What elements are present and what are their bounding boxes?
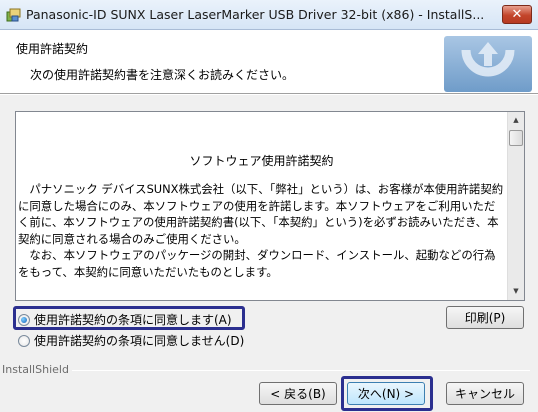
agree-option[interactable]: 使用許諾契約の条項に同意します(A) bbox=[18, 311, 232, 328]
license-scrollbar[interactable]: ▲ ▼ bbox=[507, 112, 524, 300]
back-button[interactable]: < 戻る(B) bbox=[259, 382, 337, 405]
installshield-brand: InstallShield bbox=[2, 363, 69, 376]
page-subtitle: 次の使用許諾契約書を注意深くお読みください。 bbox=[30, 68, 295, 82]
license-heading: ソフトウェア使用許諾契約 bbox=[189, 154, 334, 168]
title-bar: Panasonic-ID SUNX Laser LaserMarker USB … bbox=[0, 0, 538, 30]
license-paragraph: なお、本ソフトウェアのパッケージの開封、ダウンロード、インストール、起動などの行… bbox=[18, 248, 496, 279]
license-content: ソフトウェア使用許諾契約 パナソニック デバイスSUNX株式会社（以下、「弊社」… bbox=[17, 112, 507, 280]
print-button[interactable]: 印刷(P) bbox=[446, 306, 524, 329]
disagree-radio[interactable] bbox=[18, 334, 30, 347]
dialog-client-area: ソフトウェア使用許諾契約 パナソニック デバイスSUNX株式会社（以下、「弊社」… bbox=[0, 95, 538, 412]
footer-divider bbox=[72, 370, 530, 371]
close-icon: ✕ bbox=[511, 7, 523, 22]
license-paragraph: パナソニック デバイスSUNX株式会社（以下、「弊社」という）は、お客様が本使用… bbox=[18, 182, 504, 246]
next-button[interactable]: 次へ(N) > bbox=[347, 382, 425, 405]
license-text-box[interactable]: ソフトウェア使用許諾契約 パナソニック デバイスSUNX株式会社（以下、「弊社」… bbox=[15, 111, 525, 301]
scroll-down-arrow-icon[interactable]: ▼ bbox=[508, 283, 524, 300]
page-title: 使用許諾契約 bbox=[16, 42, 89, 56]
scroll-up-arrow-icon[interactable]: ▲ bbox=[508, 112, 524, 129]
window-title: Panasonic-ID SUNX Laser LaserMarker USB … bbox=[26, 7, 485, 22]
close-button[interactable]: ✕ bbox=[502, 5, 532, 24]
cancel-button[interactable]: キャンセル bbox=[446, 382, 524, 405]
agree-radio[interactable] bbox=[18, 313, 30, 326]
installer-icon bbox=[6, 8, 21, 21]
disagree-option[interactable]: 使用許諾契約の条項に同意しません(D) bbox=[18, 332, 244, 349]
disagree-label: 使用許諾契約の条項に同意しません(D) bbox=[34, 334, 245, 348]
scroll-thumb[interactable] bbox=[509, 130, 523, 146]
header-banner: 使用許諾契約 次の使用許諾契約書を注意深くお読みください。 bbox=[0, 30, 538, 94]
installshield-logo-icon bbox=[444, 36, 532, 92]
agree-label: 使用許諾契約の条項に同意します(A) bbox=[34, 313, 232, 327]
